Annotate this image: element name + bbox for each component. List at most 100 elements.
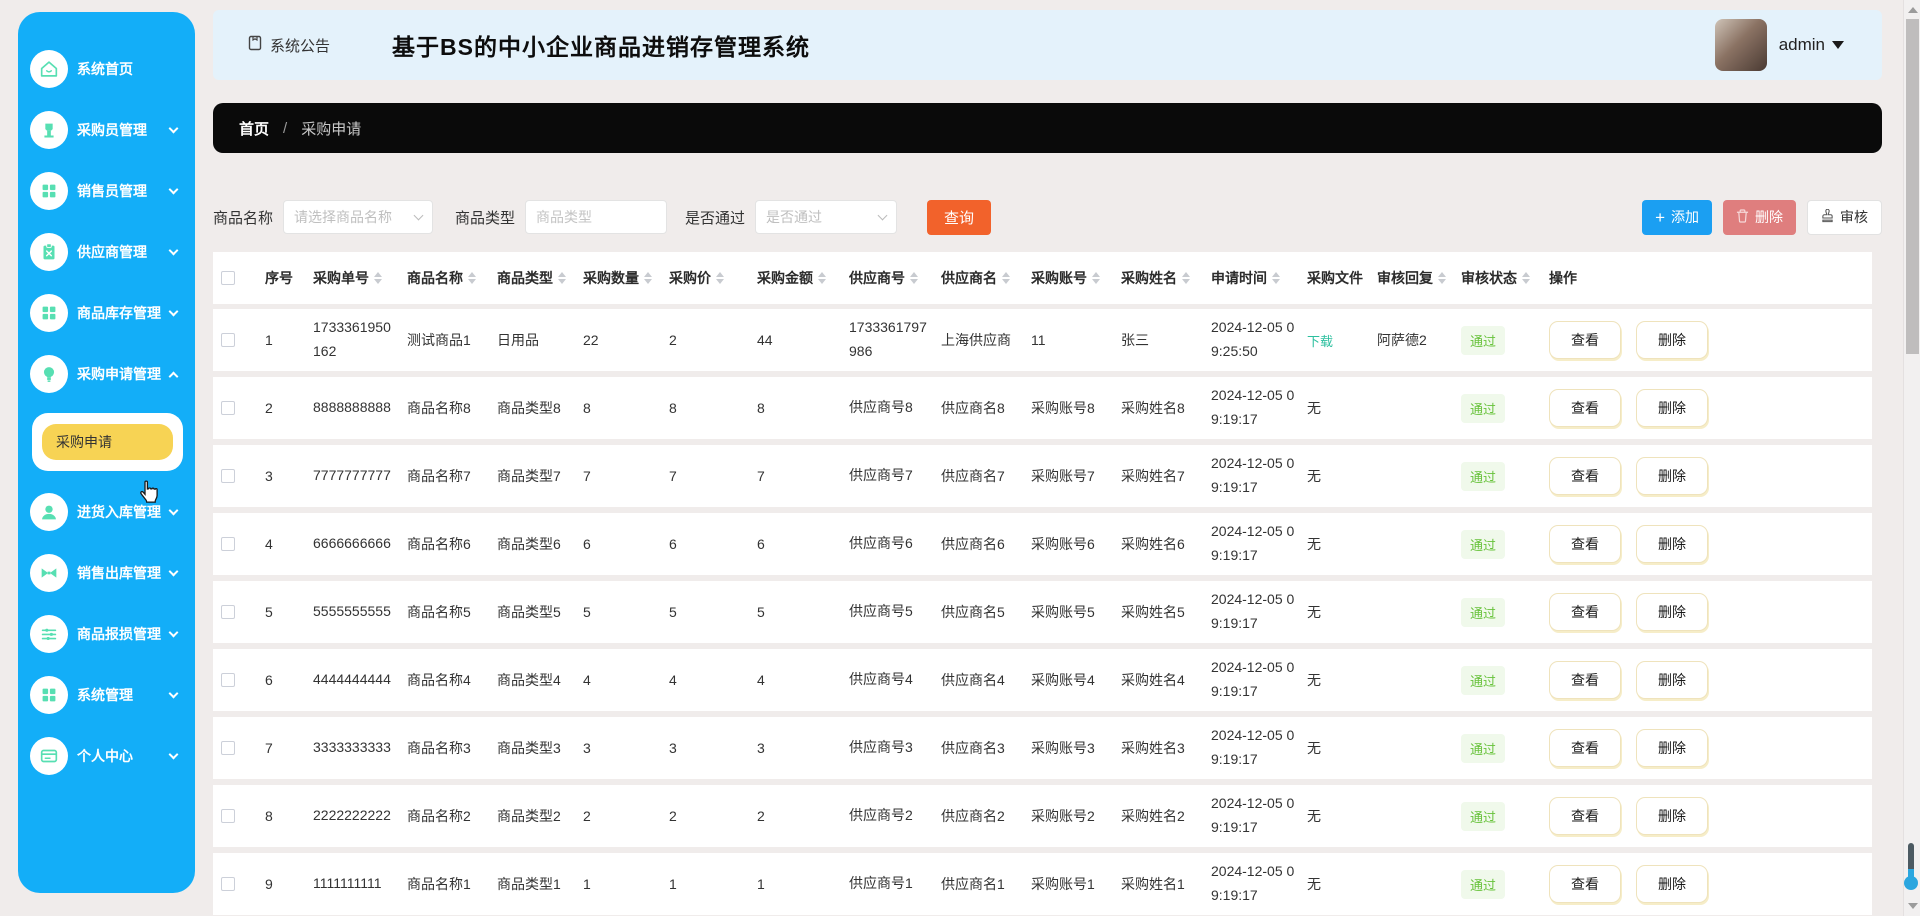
cell-amount: 4 xyxy=(749,649,841,711)
status-badge: 通过 xyxy=(1461,598,1505,627)
sort-icon[interactable] xyxy=(910,272,918,284)
row-checkbox[interactable] xyxy=(221,673,235,687)
cell-file: 无 xyxy=(1299,445,1369,507)
search-button[interactable]: 查询 xyxy=(927,200,991,235)
sidebar-item[interactable]: 销售出库管理 xyxy=(18,542,195,603)
column-header-price[interactable]: 采购价 xyxy=(661,252,749,304)
column-header-label: 采购账号 xyxy=(1031,268,1087,288)
pass-select[interactable]: 是否通过 xyxy=(755,200,897,234)
cell-qty: 6 xyxy=(575,513,661,575)
row-checkbox[interactable] xyxy=(221,877,235,891)
view-button[interactable]: 查看 xyxy=(1549,593,1621,631)
row-delete-button[interactable]: 删除 xyxy=(1636,729,1708,767)
column-header-qty[interactable]: 采购数量 xyxy=(575,252,661,304)
view-button[interactable]: 查看 xyxy=(1549,525,1621,563)
sort-icon[interactable] xyxy=(1272,272,1280,284)
scrollbar[interactable] xyxy=(1903,0,1920,916)
sort-icon[interactable] xyxy=(1002,272,1010,284)
status-badge: 通过 xyxy=(1461,734,1505,763)
scroll-indicator-knob xyxy=(1904,876,1918,890)
select-all-checkbox[interactable] xyxy=(221,271,235,285)
file-none-text: 无 xyxy=(1307,398,1321,418)
view-button[interactable]: 查看 xyxy=(1549,661,1621,699)
row-delete-button[interactable]: 删除 xyxy=(1636,389,1708,427)
sort-icon[interactable] xyxy=(468,272,476,284)
sidebar-submenu: 采购申请 xyxy=(32,413,183,471)
breadcrumb: 首页 / 采购申请 xyxy=(213,103,1882,153)
sidebar-item[interactable]: 采购申请管理 xyxy=(18,343,195,404)
column-header-status[interactable]: 审核状态 xyxy=(1453,252,1541,304)
column-header-time[interactable]: 申请时间 xyxy=(1203,252,1299,304)
cell-price: 3 xyxy=(661,717,749,779)
row-checkbox[interactable] xyxy=(221,741,235,755)
column-header-account[interactable]: 采购账号 xyxy=(1023,252,1113,304)
column-header-amount[interactable]: 采购金额 xyxy=(749,252,841,304)
view-button[interactable]: 查看 xyxy=(1549,389,1621,427)
avatar[interactable] xyxy=(1715,19,1767,71)
audit-button[interactable]: 审核 xyxy=(1807,200,1882,235)
sort-icon[interactable] xyxy=(716,272,724,284)
row-checkbox[interactable] xyxy=(221,333,235,347)
sidebar-item[interactable]: 系统管理 xyxy=(18,664,195,725)
column-header-person[interactable]: 采购姓名 xyxy=(1113,252,1203,304)
row-checkbox[interactable] xyxy=(221,469,235,483)
row-checkbox[interactable] xyxy=(221,401,235,415)
download-link[interactable]: 下载 xyxy=(1307,331,1333,350)
sort-icon[interactable] xyxy=(1092,272,1100,284)
cell-name: 商品名称3 xyxy=(399,717,489,779)
announcement-link[interactable]: 系统公告 xyxy=(247,35,330,56)
sort-icon[interactable] xyxy=(1438,272,1446,284)
row-delete-button[interactable]: 删除 xyxy=(1636,457,1708,495)
sort-icon[interactable] xyxy=(1522,272,1530,284)
column-header-type[interactable]: 商品类型 xyxy=(489,252,575,304)
sidebar-item[interactable]: 销售员管理 xyxy=(18,160,195,221)
user-menu[interactable]: admin xyxy=(1779,35,1844,55)
row-delete-button[interactable]: 删除 xyxy=(1636,797,1708,835)
delete-button[interactable]: 删除 xyxy=(1723,200,1796,235)
product-name-select[interactable]: 请选择商品名称 xyxy=(283,200,433,234)
cell-account: 采购账号1 xyxy=(1023,853,1113,915)
view-button[interactable]: 查看 xyxy=(1549,457,1621,495)
sidebar-item[interactable]: 商品报损管理 xyxy=(18,603,195,664)
sort-icon[interactable] xyxy=(1182,272,1190,284)
row-delete-button[interactable]: 删除 xyxy=(1636,661,1708,699)
sidebar-item[interactable]: 系统首页 xyxy=(18,38,195,99)
column-header-reply[interactable]: 审核回复 xyxy=(1369,252,1453,304)
sidebar-item[interactable]: 个人中心 xyxy=(18,725,195,786)
sidebar-item[interactable]: 商品库存管理 xyxy=(18,282,195,343)
sort-icon[interactable] xyxy=(558,272,566,284)
view-button[interactable]: 查看 xyxy=(1549,321,1621,359)
row-delete-button[interactable]: 删除 xyxy=(1636,593,1708,631)
row-checkbox[interactable] xyxy=(221,809,235,823)
sort-icon[interactable] xyxy=(374,272,382,284)
breadcrumb-home[interactable]: 首页 xyxy=(239,118,269,139)
page-title: 基于BS的中小企业商品进销存管理系统 xyxy=(392,28,810,62)
scrollbar-thumb[interactable] xyxy=(1906,19,1919,354)
row-checkbox[interactable] xyxy=(221,537,235,551)
row-delete-button[interactable]: 删除 xyxy=(1636,525,1708,563)
column-header-sup_name[interactable]: 供应商名 xyxy=(933,252,1023,304)
row-delete-button[interactable]: 删除 xyxy=(1636,321,1708,359)
row-checkbox[interactable] xyxy=(221,605,235,619)
cell-person: 采购姓名2 xyxy=(1113,785,1203,847)
sort-icon[interactable] xyxy=(818,272,826,284)
add-button[interactable]: + 添加 xyxy=(1642,200,1712,235)
column-header-name[interactable]: 商品名称 xyxy=(399,252,489,304)
view-button[interactable]: 查看 xyxy=(1549,729,1621,767)
column-header-sup_no[interactable]: 供应商号 xyxy=(841,252,933,304)
scrollbar-down-arrow-icon[interactable] xyxy=(1908,903,1918,909)
scrollbar-up-arrow-icon[interactable] xyxy=(1908,7,1918,13)
sidebar-item[interactable]: 采购员管理 xyxy=(18,99,195,160)
column-header-order[interactable]: 采购单号 xyxy=(305,252,399,304)
cell-check xyxy=(213,581,257,643)
sort-icon[interactable] xyxy=(644,272,652,284)
sidebar-subitem-active[interactable]: 采购申请 xyxy=(42,424,173,460)
product-type-input[interactable] xyxy=(536,209,656,225)
view-button[interactable]: 查看 xyxy=(1549,865,1621,903)
sidebar: 系统首页采购员管理销售员管理供应商管理商品库存管理采购申请管理采购申请进货入库管… xyxy=(18,12,195,893)
view-button[interactable]: 查看 xyxy=(1549,797,1621,835)
row-delete-button[interactable]: 删除 xyxy=(1636,865,1708,903)
sidebar-item[interactable]: 供应商管理 xyxy=(18,221,195,282)
cell-time: 2024-12-05 09:19:17 xyxy=(1203,445,1299,507)
sidebar-item[interactable]: 进货入库管理 xyxy=(18,481,195,542)
